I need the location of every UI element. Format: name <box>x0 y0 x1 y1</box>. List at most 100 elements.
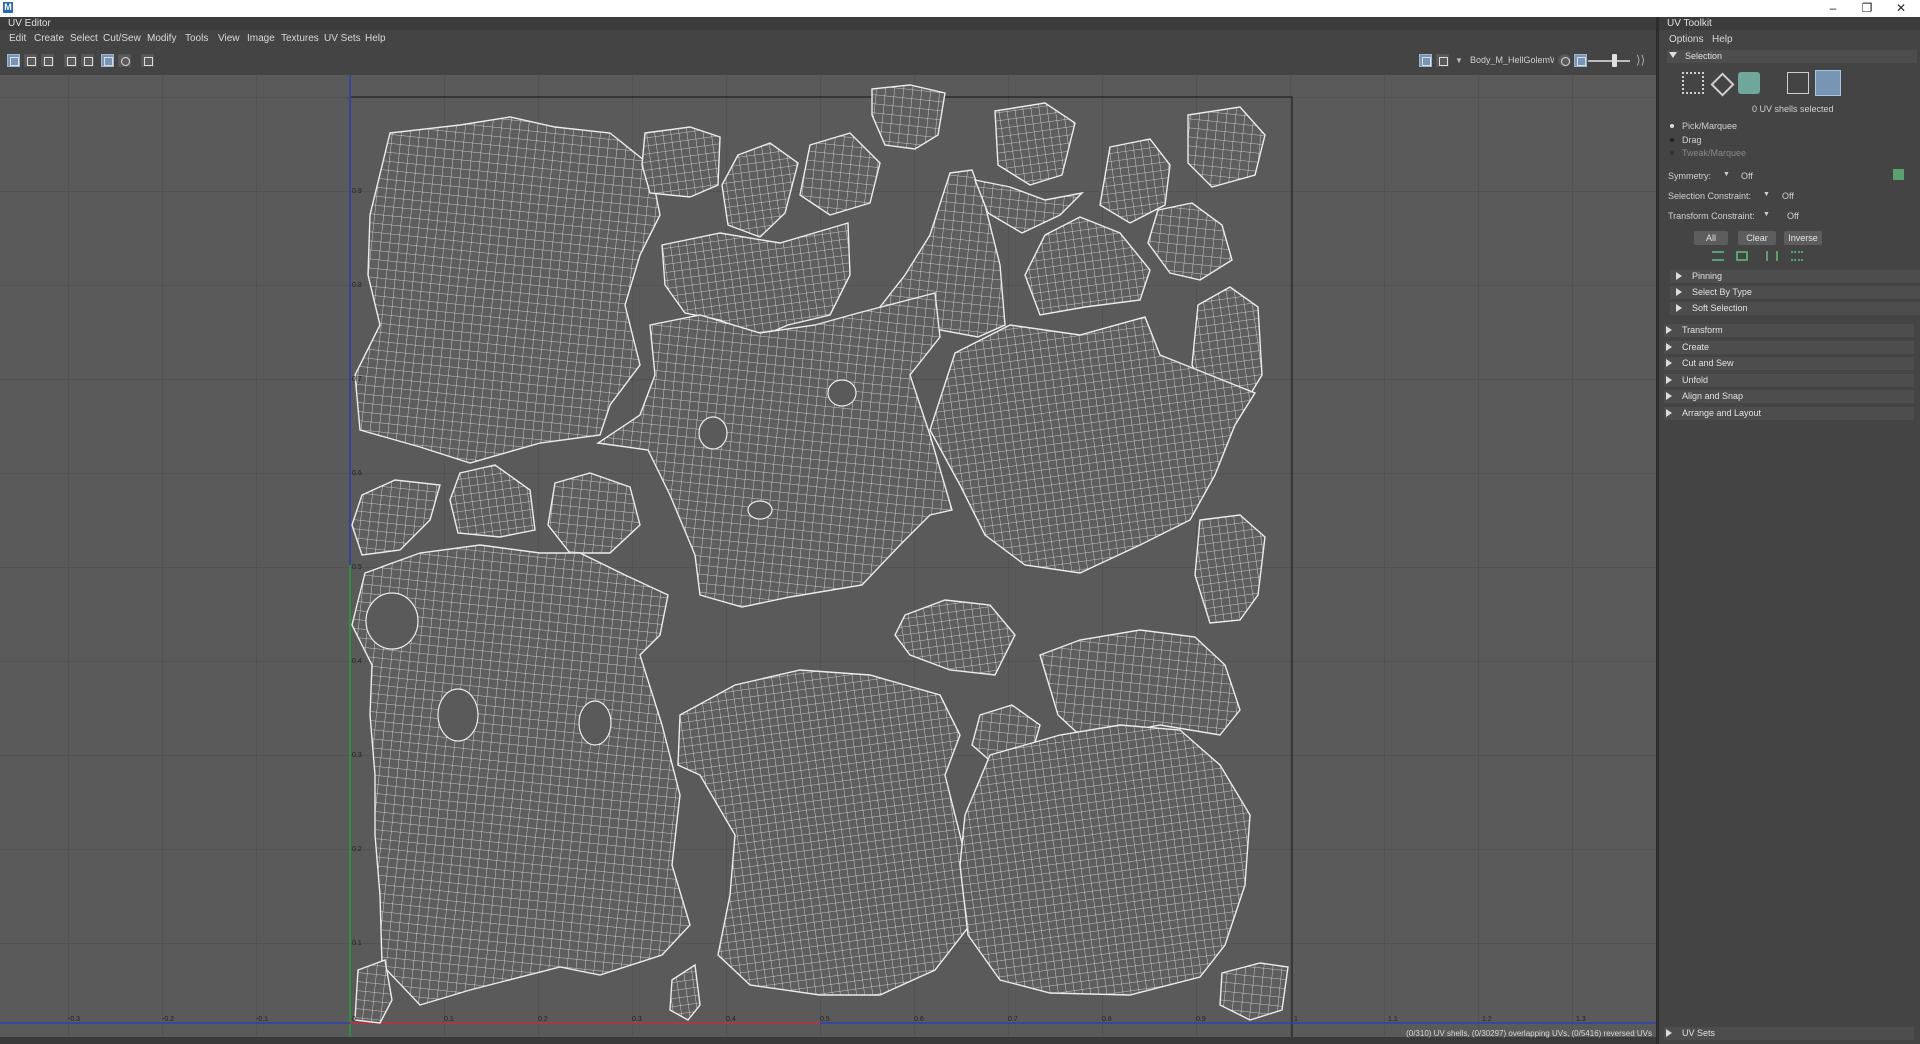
isolate-select-button[interactable] <box>7 54 20 67</box>
inverse-selection-button[interactable]: Inverse <box>1784 231 1822 245</box>
uv-canvas[interactable]: -0.3 -0.2 -0.1 0 0.1 0.2 0.3 0.4 0.5 0.6… <box>0 75 1656 1037</box>
chevron-down-icon[interactable]: ▼ <box>1763 191 1770 198</box>
symmetry-settings-icon[interactable] <box>1893 169 1904 180</box>
uv-distortion-button[interactable] <box>64 54 77 67</box>
menu-help[interactable]: Help <box>365 30 386 47</box>
menu-view[interactable]: View <box>218 30 240 47</box>
texture-borders-button[interactable] <box>81 54 94 67</box>
display-image-button[interactable] <box>1419 54 1432 67</box>
menu-create[interactable]: Create <box>34 30 64 47</box>
menu-uv-sets[interactable]: UV Sets <box>324 30 361 47</box>
uv-shell[interactable] <box>596 292 953 608</box>
uv-shell[interactable] <box>1194 514 1266 624</box>
transform-constraint-value[interactable]: Off <box>1787 211 1799 221</box>
section-unfold[interactable]: Unfold <box>1664 374 1914 387</box>
section-pinning[interactable]: Pinning <box>1670 270 1920 283</box>
symmetry-value[interactable]: Off <box>1741 171 1753 181</box>
exposure-slider[interactable] <box>1588 60 1630 62</box>
grow-selection-icon[interactable] <box>1712 251 1724 261</box>
uv-shell[interactable] <box>641 126 721 198</box>
uv-shell[interactable] <box>1219 962 1289 1021</box>
uv-editor-title: UV Editor <box>8 18 51 29</box>
uv-shell[interactable] <box>959 724 1251 996</box>
shade-uv-button[interactable] <box>41 54 54 67</box>
uv-shell[interactable] <box>547 472 641 554</box>
chevron-right-icon <box>1666 409 1672 417</box>
uv-shell[interactable] <box>721 142 799 238</box>
menu-edit[interactable]: Edit <box>9 30 26 47</box>
chevron-down-icon[interactable]: ▼ <box>1723 171 1730 178</box>
menu-tools[interactable]: Tools <box>185 30 208 47</box>
selection-constraint-value[interactable]: Off <box>1782 191 1794 201</box>
grid-toggle-button[interactable] <box>101 54 114 67</box>
u-tick-label: 0.6 <box>914 1016 924 1023</box>
select-loop-icon[interactable] <box>1791 251 1803 261</box>
checker-button[interactable] <box>1436 54 1449 67</box>
uv-shell[interactable] <box>994 102 1076 186</box>
uv-shell[interactable] <box>799 132 881 216</box>
uv-shell[interactable] <box>871 84 946 150</box>
section-arrange-and-layout[interactable]: Arrange and Layout <box>1664 407 1914 420</box>
restore-button[interactable]: ❐ <box>1850 0 1884 17</box>
snap-button[interactable] <box>118 54 131 67</box>
uv-shell[interactable] <box>354 959 393 1024</box>
edge-select-mode-button[interactable] <box>1710 72 1735 97</box>
tweak-marquee-radio[interactable] <box>1670 151 1674 155</box>
shell-select-mode-button[interactable] <box>1738 72 1760 94</box>
drag-radio[interactable] <box>1670 138 1674 142</box>
uv-shell[interactable] <box>669 963 701 1021</box>
checker-icon <box>1439 57 1448 66</box>
uv-shell[interactable] <box>351 479 441 556</box>
toolbar-expand-icon[interactable]: ⟩⟩ <box>1636 53 1645 67</box>
section-select-by-type[interactable]: Select By Type <box>1670 286 1920 299</box>
section-uv-sets[interactable]: UV Sets <box>1664 1027 1914 1040</box>
section-align-and-snap[interactable]: Align and Snap <box>1664 390 1914 403</box>
chevron-down-icon[interactable]: ▼ <box>1763 211 1770 218</box>
menu-cut-sew[interactable]: Cut/Sew <box>103 30 141 47</box>
u-tick-label: 0.9 <box>1196 1016 1206 1023</box>
pick-marquee-radio[interactable] <box>1670 124 1674 128</box>
v-tick-label: 0.6 <box>352 470 362 477</box>
select-overlap-button[interactable] <box>1815 70 1841 96</box>
uv-select-mode-button[interactable] <box>1682 72 1704 94</box>
color-management-button[interactable] <box>1558 54 1571 67</box>
uv-shell[interactable] <box>677 669 971 996</box>
menu-select[interactable]: Select <box>70 30 98 47</box>
select-border-icon[interactable] <box>1766 251 1778 261</box>
symmetry-label: Symmetry: <box>1668 171 1712 181</box>
select-all-button[interactable]: All <box>1694 231 1728 245</box>
section-selection[interactable]: Selection <box>1667 50 1917 63</box>
view-facet-button[interactable] <box>24 54 37 67</box>
exposure-slider-handle[interactable] <box>1612 54 1617 67</box>
uv-shell[interactable] <box>894 599 1016 676</box>
shrink-selection-icon[interactable] <box>1736 251 1748 261</box>
transform-constraint-label: Transform Constraint: <box>1668 211 1755 221</box>
chevron-down-icon <box>1669 52 1677 58</box>
snapshot-button[interactable] <box>141 54 154 67</box>
uv-shell[interactable] <box>449 464 536 538</box>
v-tick-label: 0.9 <box>352 188 362 195</box>
select-uv-shell-icon-button[interactable] <box>1787 72 1809 94</box>
close-button[interactable]: ✕ <box>1884 0 1918 17</box>
uv-shell[interactable] <box>1187 106 1266 188</box>
clear-selection-button[interactable]: Clear <box>1738 231 1776 245</box>
uv-shell[interactable] <box>1147 202 1233 281</box>
uv-viewport[interactable]: -0.3 -0.2 -0.1 0 0.1 0.2 0.3 0.4 0.5 0.6… <box>0 75 1656 1037</box>
toolkit-menu-options[interactable]: Options <box>1669 31 1703 48</box>
uv-shell[interactable] <box>1039 629 1241 741</box>
uv-shell-group[interactable] <box>351 84 1289 1024</box>
uv-shell[interactable] <box>354 116 661 464</box>
menu-image[interactable]: Image <box>247 30 275 47</box>
menu-modify[interactable]: Modify <box>147 30 176 47</box>
section-create[interactable]: Create <box>1664 341 1914 354</box>
uv-shell[interactable] <box>1024 216 1151 316</box>
toolkit-menu-help[interactable]: Help <box>1712 31 1733 48</box>
minimize-button[interactable]: – <box>1816 0 1850 17</box>
texture-name-field[interactable]: Body_M_HellGolemWi <box>1470 55 1554 65</box>
section-cut-and-sew[interactable]: Cut and Sew <box>1664 357 1914 370</box>
section-transform[interactable]: Transform <box>1664 324 1914 337</box>
chevron-down-icon[interactable]: ▼ <box>1455 56 1463 65</box>
section-soft-selection[interactable]: Soft Selection <box>1670 302 1920 315</box>
menu-textures[interactable]: Textures <box>281 30 319 47</box>
exposure-toggle-button[interactable] <box>1574 54 1587 67</box>
